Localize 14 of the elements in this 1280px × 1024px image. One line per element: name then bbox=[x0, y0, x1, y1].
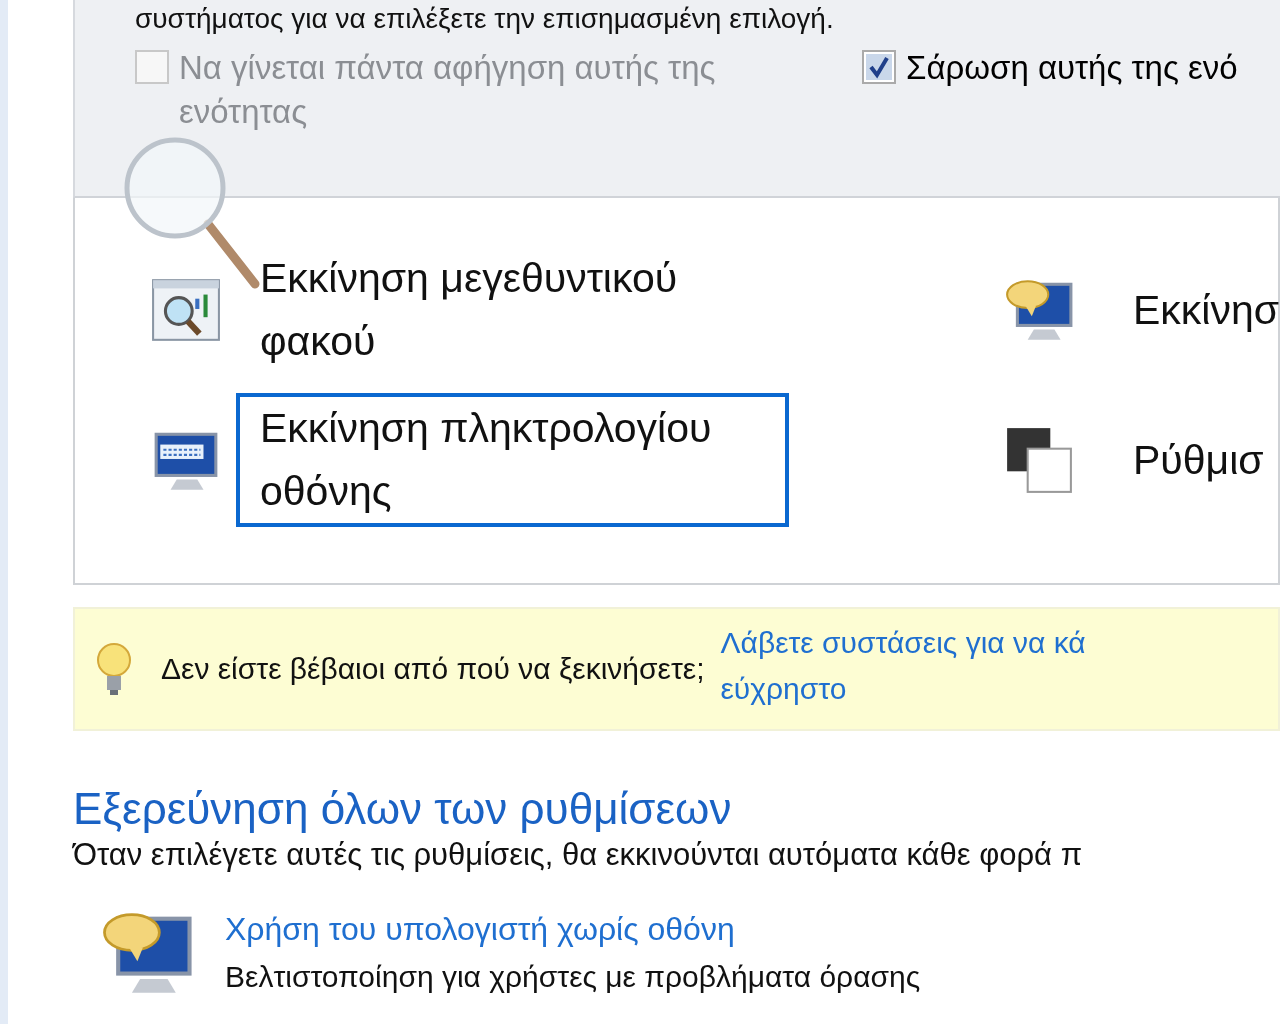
tip-text: Δεν είστε βέβαιοι από πού να ξεκινήσετε; bbox=[161, 652, 705, 686]
setting-description: Βελτιστοποίηση για χρήστες με προβλήματα όρασης bbox=[225, 959, 921, 995]
quick-access-link[interactable]: Εκκίνηση πληκτρολογίου οθόνης bbox=[236, 393, 789, 527]
quick-access-link[interactable]: Εκκίνησ bbox=[1109, 274, 1280, 346]
recommendations-link[interactable]: Λάβετε συστάσεις για να κά εύχρηστο bbox=[720, 620, 1086, 712]
quick-access-link[interactable]: Ρύθμισ bbox=[1109, 424, 1280, 496]
checkbox-label[interactable]: Σάρωση αυτής της ενό bbox=[906, 46, 1238, 90]
checkbox[interactable] bbox=[862, 50, 896, 84]
lightbulb-icon bbox=[95, 641, 133, 697]
section-description: Όταν επιλέγετε αυτές τις ρυθμίσεις, θα εκκινούνται αυτόματα κάθε φορά π bbox=[73, 836, 1083, 874]
setting-link[interactable]: Χρήση του υπολογιστή χωρίς οθόνη bbox=[225, 909, 921, 949]
section-heading: Εξερεύνηση όλων των ρυθμίσεων bbox=[73, 783, 733, 835]
quick-access-link[interactable]: Εκκίνηση μεγεθυντικού φακού bbox=[236, 243, 789, 377]
instruction-text: συστήματος για να επιλέξετε την επισημασμένη επιλογή. bbox=[135, 2, 834, 36]
